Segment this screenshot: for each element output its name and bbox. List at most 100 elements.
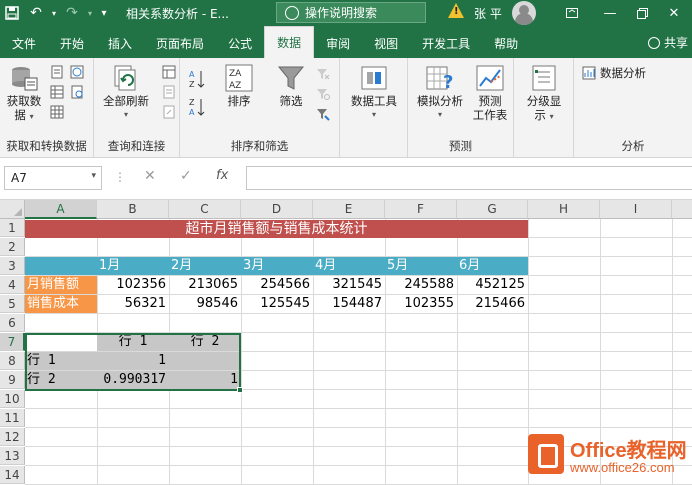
- outline-button[interactable]: 分级显 示 ▾: [520, 64, 568, 124]
- row-header-14[interactable]: 14: [0, 466, 25, 484]
- from-web-icon[interactable]: [70, 64, 84, 79]
- existing-connections-icon[interactable]: [50, 104, 64, 119]
- sales-cell[interactable]: 254566: [241, 276, 313, 294]
- sales-cell[interactable]: 245588: [385, 276, 457, 294]
- sort-button[interactable]: ZA AZ 排序: [220, 64, 258, 108]
- row-header-7[interactable]: 7: [0, 333, 25, 351]
- confirm-entry-icon[interactable]: ✓: [180, 168, 192, 184]
- reapply-icon[interactable]: [316, 86, 330, 100]
- filter-button[interactable]: 筛选: [274, 64, 308, 108]
- row-header-5[interactable]: 5: [0, 295, 25, 313]
- cost-cell[interactable]: 125545: [241, 295, 313, 313]
- redo-icon[interactable]: ↷: [60, 2, 84, 24]
- redo-dropdown-icon[interactable]: ▾: [84, 2, 96, 24]
- from-table-icon[interactable]: [50, 84, 64, 99]
- column-header-c[interactable]: C: [169, 200, 241, 219]
- month-cell[interactable]: 3月: [241, 257, 313, 275]
- cost-cell[interactable]: 154487: [313, 295, 385, 313]
- tab-insert[interactable]: 插入: [96, 28, 144, 58]
- tab-page-layout[interactable]: 页面布局: [144, 28, 216, 58]
- formula-input[interactable]: [246, 166, 692, 190]
- cost-cell[interactable]: 56321: [97, 295, 169, 313]
- sort-label: 排序: [227, 94, 251, 108]
- group-label-get-transform: 获取和转换数据: [6, 139, 87, 153]
- sort-ascending-icon[interactable]: AZ: [188, 68, 206, 90]
- data-analysis-button[interactable]: 数据分析: [582, 66, 646, 80]
- ribbon-display-options-icon[interactable]: [552, 0, 592, 26]
- customize-qat-icon[interactable]: ▾: [96, 2, 112, 24]
- insert-function-icon[interactable]: fx: [216, 168, 228, 183]
- row-header-8[interactable]: 8: [0, 352, 25, 370]
- row-header-2[interactable]: 2: [0, 238, 25, 256]
- row-header-13[interactable]: 13: [0, 447, 25, 465]
- tab-file[interactable]: 文件: [0, 28, 48, 58]
- column-header-h[interactable]: H: [528, 200, 600, 219]
- refresh-all-button[interactable]: 全部刷新 ▾: [100, 64, 152, 122]
- tab-data[interactable]: 数据: [264, 26, 315, 58]
- properties-icon[interactable]: [162, 84, 176, 99]
- select-all-button[interactable]: [0, 200, 25, 219]
- person-icon: [647, 36, 660, 49]
- advanced-filter-icon[interactable]: [316, 106, 330, 121]
- undo-icon[interactable]: ↶: [24, 2, 48, 24]
- row-header-10[interactable]: 10: [0, 390, 25, 408]
- save-icon[interactable]: [0, 2, 24, 24]
- tab-home[interactable]: 开始: [48, 28, 96, 58]
- user-name[interactable]: 张 平: [474, 5, 502, 22]
- sales-cell[interactable]: 213065: [169, 276, 241, 294]
- column-header-i[interactable]: I: [600, 200, 672, 219]
- row-header-1[interactable]: 1: [0, 219, 25, 237]
- queries-connections-icon[interactable]: [162, 64, 176, 79]
- row-header-4[interactable]: 4: [0, 276, 25, 294]
- month-cell[interactable]: 4月: [313, 257, 385, 275]
- tell-me-search[interactable]: 操作说明搜索: [276, 2, 426, 23]
- column-header-d[interactable]: D: [241, 200, 313, 219]
- month-cell[interactable]: 1月: [97, 257, 169, 275]
- month-cell[interactable]: 5月: [385, 257, 457, 275]
- sheet-title-cell[interactable]: 超市月销售额与销售成本统计: [25, 220, 528, 238]
- cost-label-cell[interactable]: 销售成本: [25, 295, 97, 313]
- edit-links-icon[interactable]: [162, 104, 176, 119]
- month-cell[interactable]: 2月: [169, 257, 241, 275]
- sales-cell[interactable]: 452125: [457, 276, 528, 294]
- close-icon[interactable]: ✕: [654, 0, 692, 26]
- data-tools-button[interactable]: 数据工具 ▾: [346, 64, 402, 122]
- fill-handle[interactable]: [237, 387, 243, 393]
- recent-sources-icon[interactable]: [70, 84, 84, 99]
- column-header-g[interactable]: G: [457, 200, 528, 219]
- row-header-12[interactable]: 12: [0, 428, 25, 446]
- row-header-3[interactable]: 3: [0, 257, 25, 275]
- column-header-b[interactable]: B: [97, 200, 169, 219]
- sort-descending-icon[interactable]: ZA: [188, 96, 206, 118]
- undo-dropdown-icon[interactable]: ▾: [48, 2, 60, 24]
- tab-developer[interactable]: 开发工具: [410, 28, 482, 58]
- sales-cell[interactable]: 102356: [97, 276, 169, 294]
- clear-filter-icon[interactable]: [316, 66, 330, 80]
- cost-cell[interactable]: 102355: [385, 295, 457, 313]
- cost-cell[interactable]: 98546: [169, 295, 241, 313]
- what-if-analysis-button[interactable]: ? 模拟分析 ▾: [412, 64, 468, 122]
- tab-review[interactable]: 审阅: [314, 28, 362, 58]
- column-header-a[interactable]: A: [25, 200, 97, 219]
- forecast-sheet-button[interactable]: 预测 工作表: [470, 64, 510, 122]
- row-header-9[interactable]: 9: [0, 371, 25, 389]
- row-header-6[interactable]: 6: [0, 314, 25, 332]
- column-header-e[interactable]: E: [313, 200, 385, 219]
- cancel-entry-icon[interactable]: ✕: [144, 168, 156, 184]
- column-header-f[interactable]: F: [385, 200, 457, 219]
- get-data-button[interactable]: 获取数 据 ▾: [4, 64, 44, 124]
- name-box[interactable]: A7 ▾: [4, 166, 102, 190]
- from-text-icon[interactable]: [50, 64, 64, 79]
- name-box-dropdown-icon[interactable]: ▾: [91, 171, 96, 181]
- formula-bar-grip-icon[interactable]: ⋮: [114, 170, 126, 184]
- sales-cell[interactable]: 321545: [313, 276, 385, 294]
- cost-cell[interactable]: 215466: [457, 295, 528, 313]
- avatar[interactable]: [512, 1, 536, 25]
- tab-formulas[interactable]: 公式: [216, 28, 264, 58]
- sales-label-cell[interactable]: 月销售额: [25, 276, 97, 294]
- share-button[interactable]: 共享: [647, 34, 688, 51]
- row-header-11[interactable]: 11: [0, 409, 25, 427]
- tab-view[interactable]: 视图: [362, 28, 410, 58]
- tab-help[interactable]: 帮助: [482, 28, 530, 58]
- month-cell[interactable]: 6月: [457, 257, 528, 275]
